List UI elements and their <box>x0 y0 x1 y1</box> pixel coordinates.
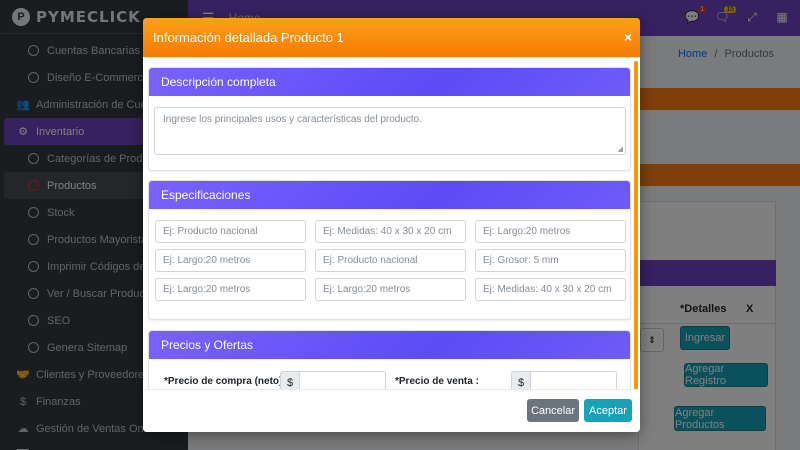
specification-input[interactable]: Ej: Medidas: 40 x 30 x 20 cm <box>475 278 626 301</box>
specification-placeholder: Ej: Largo:20 metros <box>483 226 571 237</box>
description-textarea[interactable]: Ingrese los principales usos y caracterí… <box>154 107 626 155</box>
purchase-price-label: *Precio de compra (neto) : <box>164 376 289 387</box>
description-section: Descripción completa Ingrese los princip… <box>148 67 631 171</box>
specifications-section-header: Especificaciones <box>149 181 630 209</box>
cancel-button[interactable]: Cancelar <box>527 399 579 422</box>
specification-placeholder: Ej: Medidas: 40 x 30 x 20 cm <box>483 284 612 295</box>
specification-placeholder: Ej: Producto nacional <box>163 226 258 237</box>
specification-placeholder: Ej: Producto nacional <box>323 255 418 266</box>
pricing-section-header: Precios y Ofertas <box>149 331 630 359</box>
specifications-section: Especificaciones Ej: Producto nacional Ej… <box>148 180 631 320</box>
purchase-currency-addon: $ <box>280 371 300 389</box>
pricing-section: Precios y Ofertas *Precio de compra (net… <box>148 330 631 389</box>
specification-input[interactable]: Ej: Largo:20 metros <box>155 249 306 272</box>
description-section-header: Descripción completa <box>149 68 630 96</box>
modal-scrollbar[interactable] <box>634 61 638 389</box>
close-icon[interactable]: × <box>624 29 632 45</box>
specification-input[interactable]: Ej: Grosor: 5 mm <box>475 249 626 272</box>
modal-header: Información detallada Producto 1 <box>143 18 640 57</box>
modal-body[interactable]: Descripción completa Ingrese los princip… <box>143 57 640 389</box>
product-detail-modal: Información detallada Producto 1 × Descr… <box>143 18 640 432</box>
accept-button[interactable]: Aceptar <box>584 399 632 422</box>
purchase-price-input[interactable] <box>300 371 386 389</box>
specification-input[interactable]: Ej: Largo:20 metros <box>155 278 306 301</box>
sale-price-input[interactable] <box>531 371 617 389</box>
specification-placeholder: Ej: Largo:20 metros <box>323 284 411 295</box>
specification-input[interactable]: Ej: Medidas: 40 x 30 x 20 cm <box>315 220 466 243</box>
modal-title: Información detallada Producto 1 <box>153 30 344 45</box>
specification-input[interactable]: Ej: Largo:20 metros <box>475 220 626 243</box>
sale-currency-addon: $ <box>511 371 531 389</box>
description-placeholder: Ingrese los principales usos y caracterí… <box>163 114 423 125</box>
specification-placeholder: Ej: Largo:20 metros <box>163 255 251 266</box>
sale-price-label: *Precio de venta : <box>395 376 479 387</box>
modal-footer: Cancelar Aceptar <box>143 389 640 432</box>
resize-handle-icon[interactable]: ◢ <box>618 145 623 153</box>
specification-placeholder: Ej: Medidas: 40 x 30 x 20 cm <box>323 226 452 237</box>
specification-placeholder: Ej: Largo:20 metros <box>163 284 251 295</box>
specification-input[interactable]: Ej: Producto nacional <box>155 220 306 243</box>
specification-input[interactable]: Ej: Largo:20 metros <box>315 278 466 301</box>
specification-placeholder: Ej: Grosor: 5 mm <box>483 255 559 266</box>
specification-input[interactable]: Ej: Producto nacional <box>315 249 466 272</box>
